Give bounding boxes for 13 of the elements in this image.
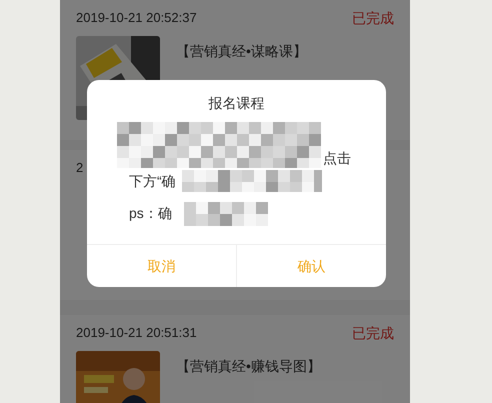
order-time: 2019-10-21 20:52:37	[76, 9, 197, 28]
message-text: 下方“确	[129, 172, 176, 190]
message-text: ps：确	[129, 204, 172, 222]
order-status: 已完成	[352, 8, 394, 28]
cancel-button[interactable]: 取消	[87, 245, 236, 287]
course-title: 【营销真经•谋略课】	[176, 42, 307, 60]
course-title: 【营销真经•赚钱导图】	[176, 357, 321, 375]
order-time: 2	[76, 159, 84, 178]
order-status: 已完成	[352, 324, 394, 342]
message-text: 点击	[323, 149, 351, 167]
order-time: 2019-10-21 20:51:31	[76, 324, 197, 342]
confirm-button[interactable]: 确认	[236, 245, 386, 287]
dialog-title: 报名课程	[208, 94, 266, 112]
